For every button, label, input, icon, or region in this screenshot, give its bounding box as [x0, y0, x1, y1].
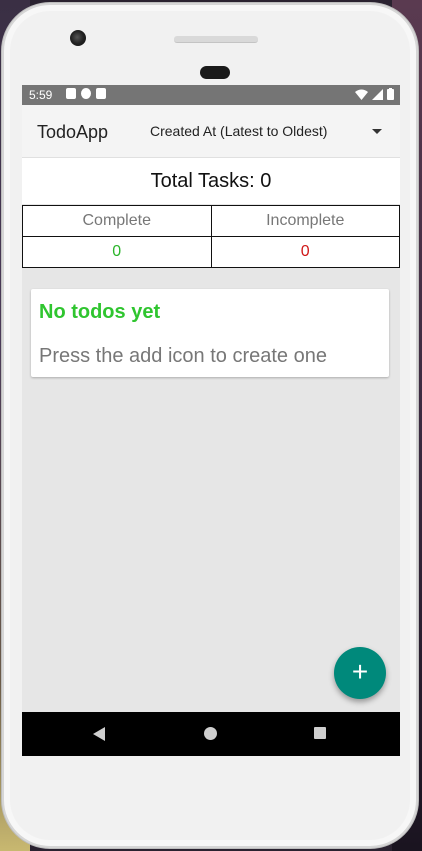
empty-state-subtitle: Press the add icon to create one	[39, 345, 327, 367]
notification-icons	[66, 88, 106, 99]
system-navigation-bar	[22, 712, 400, 756]
plus-icon: +	[351, 656, 369, 687]
status-bar: 5:59	[22, 85, 400, 105]
status-time: 5:59	[29, 88, 53, 102]
wifi-icon	[355, 89, 368, 100]
add-todo-button[interactable]: +	[334, 647, 386, 699]
signal-icon	[372, 88, 383, 100]
earpiece	[200, 66, 230, 79]
complete-count: 0	[22, 236, 212, 268]
app-bar: TodoApp Created At (Latest to Oldest)	[22, 105, 400, 158]
notification-a-icon	[66, 88, 76, 99]
battery-icon	[387, 88, 394, 100]
sd-card-icon	[96, 88, 106, 99]
recent-apps-icon[interactable]	[314, 727, 326, 739]
app-title: TodoApp	[37, 122, 109, 142]
home-icon[interactable]	[204, 727, 217, 740]
incomplete-header: Incomplete	[210, 205, 400, 237]
incomplete-count: 0	[210, 236, 400, 268]
sort-dropdown-value: Created At (Latest to Oldest)	[150, 123, 328, 139]
app-screen: 5:59 TodoApp Created At (Latest to Oldes…	[22, 85, 400, 756]
notification-circle-icon	[81, 88, 91, 99]
earpiece-grille	[174, 36, 258, 43]
front-camera	[70, 30, 86, 46]
dropdown-arrow-icon	[372, 129, 382, 134]
empty-state-card: No todos yet Press the add icon to creat…	[31, 289, 389, 377]
back-icon[interactable]	[93, 727, 105, 741]
empty-state-title: No todos yet	[39, 301, 161, 323]
sort-dropdown[interactable]: Created At (Latest to Oldest)	[150, 123, 382, 143]
task-stats-table: Complete Incomplete 0 0	[22, 205, 400, 268]
system-icons	[355, 88, 394, 100]
complete-header: Complete	[22, 205, 212, 237]
total-tasks: Total Tasks: 0	[22, 158, 400, 204]
